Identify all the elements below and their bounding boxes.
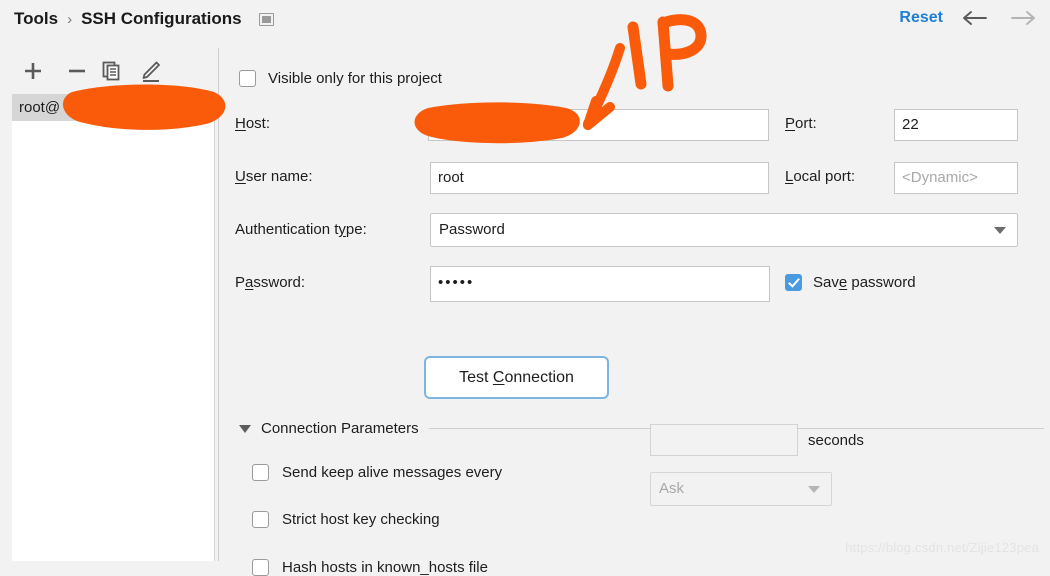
breadcrumb-item-tools[interactable]: Tools: [14, 9, 58, 29]
breadcrumb-separator: ›: [67, 10, 73, 28]
host-label-wrap: Host:: [235, 115, 270, 132]
strict-host-label: Strict host key checking: [282, 511, 440, 528]
reset-button[interactable]: Reset: [899, 9, 943, 27]
strict-host-checkbox[interactable]: [252, 511, 269, 528]
save-password-row: Save password: [785, 274, 916, 291]
visible-only-label: Visible only for this project: [268, 70, 442, 87]
visible-only-row: Visible only for this project: [239, 70, 442, 87]
auth-type-label-wrap: Authentication type:: [235, 221, 367, 238]
port-input[interactable]: 22: [894, 109, 1018, 141]
auth-type-dropdown[interactable]: Password: [430, 213, 1018, 247]
hash-hosts-row: Hash hosts in known_hosts file: [252, 559, 488, 576]
restore-window-icon[interactable]: [258, 12, 274, 26]
auth-type-value: Password: [439, 221, 505, 238]
hash-hosts-checkbox[interactable]: [252, 559, 269, 576]
collapse-triangle-icon[interactable]: [239, 424, 251, 433]
save-password-checkbox[interactable]: [785, 274, 802, 291]
breadcrumb: Tools › SSH Configurations: [14, 9, 274, 29]
hash-hosts-label: Hash hosts in known_hosts file: [282, 559, 488, 576]
keepalive-unit-label: seconds: [808, 432, 864, 449]
test-connection-label: Test Connection: [459, 368, 574, 386]
keepalive-row: Send keep alive messages every: [252, 464, 502, 481]
port-label-wrap: Port:: [785, 115, 817, 132]
minus-icon[interactable]: [62, 56, 92, 86]
strict-host-dropdown[interactable]: Ask: [650, 472, 832, 506]
plus-icon[interactable]: [18, 56, 48, 86]
arrow-left-icon[interactable]: [962, 8, 988, 28]
visible-only-checkbox[interactable]: [239, 70, 256, 87]
keepalive-seconds-input[interactable]: [650, 424, 798, 456]
header-bar: Tools › SSH Configurations Reset: [0, 0, 1050, 42]
username-label: User name:: [235, 168, 313, 185]
keepalive-label: Send keep alive messages every: [282, 464, 503, 481]
password-label-wrap: Password:: [235, 274, 305, 291]
local-port-label-wrap: Local port:: [785, 168, 855, 185]
list-item-label: root@: [19, 99, 61, 116]
chevron-down-icon: [808, 486, 820, 493]
test-connection-button[interactable]: Test Connection: [426, 358, 607, 397]
navigation-arrows: [962, 8, 1036, 28]
configurations-list[interactable]: root@: [12, 94, 215, 561]
connection-parameters-title: Connection Parameters: [261, 420, 419, 437]
save-password-label: Save password: [813, 274, 916, 291]
pencil-icon[interactable]: [135, 56, 165, 86]
local-port-label: Local port:: [785, 168, 856, 185]
connection-parameters-section: Connection Parameters: [239, 420, 1044, 437]
keepalive-checkbox[interactable]: [252, 464, 269, 481]
password-input[interactable]: •••••: [430, 266, 770, 302]
host-input[interactable]: [428, 109, 769, 141]
strict-host-value: Ask: [659, 480, 685, 497]
copy-icon[interactable]: [96, 56, 126, 86]
configurations-sidebar: root@: [0, 42, 218, 561]
username-input[interactable]: root: [430, 162, 769, 194]
username-label-wrap: User name:: [235, 168, 313, 185]
arrow-right-icon[interactable]: [1010, 8, 1036, 28]
list-item[interactable]: root@: [12, 94, 214, 121]
ssh-configuration-form: Visible only for this project Host: Port…: [219, 42, 1050, 576]
auth-type-label: Authentication type:: [235, 221, 367, 238]
host-label: Host:: [235, 115, 271, 132]
password-label: Password:: [235, 274, 306, 291]
local-port-input[interactable]: <Dynamic>: [894, 162, 1018, 194]
watermark: https://blog.csdn.net/Zijie123pea: [845, 540, 1039, 555]
breadcrumb-item-ssh-configurations[interactable]: SSH Configurations: [81, 9, 242, 29]
strict-host-row: Strict host key checking: [252, 511, 440, 528]
sidebar-toolbar: [0, 56, 218, 90]
chevron-down-icon: [994, 227, 1006, 234]
port-label: Port:: [785, 115, 817, 132]
